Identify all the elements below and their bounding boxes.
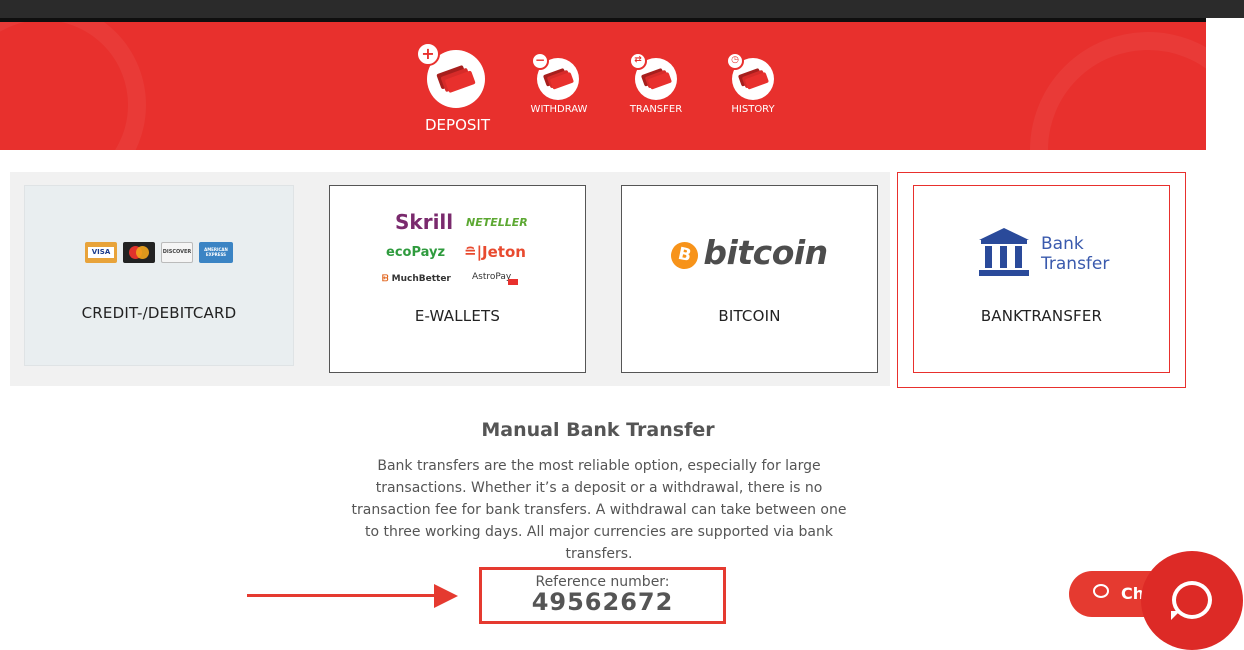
plus-icon: + xyxy=(416,42,440,66)
section-title: Manual Bank Transfer xyxy=(481,419,715,441)
clock-icon: ◷ xyxy=(726,52,744,70)
nav-history[interactable]: ◷ HISTORY xyxy=(714,52,792,122)
method-card-credit-debit[interactable]: VISA DISCOVER AMERICAN EXPRESS CREDIT-/D… xyxy=(24,185,294,366)
bitcoin-symbol-icon: B xyxy=(668,239,701,272)
reference-number: 49562672 xyxy=(531,588,674,616)
nav-withdraw[interactable]: − WITHDRAW xyxy=(520,52,598,122)
ecopayz-logo: ecoPayz xyxy=(386,245,446,260)
muchbetter-icon: ᗸ xyxy=(382,274,392,284)
amex-logo: AMERICAN EXPRESS xyxy=(199,242,233,263)
bitcoin-logo: B bitcoin xyxy=(622,233,877,272)
arrow-annotation xyxy=(247,594,437,597)
bank-building-icon xyxy=(979,228,1029,278)
chat-bubble-icon xyxy=(1093,584,1109,598)
transfer-arrows-icon: ⇄ xyxy=(629,52,647,70)
nav-deposit-label: DEPOSIT xyxy=(425,116,490,134)
method-card-bitcoin[interactable]: B bitcoin BITCOIN xyxy=(621,185,878,373)
visa-text: VISA xyxy=(88,247,114,258)
card-logos: VISA DISCOVER AMERICAN EXPRESS xyxy=(85,242,235,264)
astropay-card-icon xyxy=(508,279,519,285)
background-decoration xyxy=(0,22,146,150)
section-description: Bank transfers are the most reliable opt… xyxy=(351,458,847,562)
nav-withdraw-label: WITHDRAW xyxy=(530,104,588,115)
discover-logo: DISCOVER xyxy=(161,242,193,263)
amex-text: AMERICAN EXPRESS xyxy=(204,247,228,257)
nav-history-label: HISTORY xyxy=(731,104,775,115)
discover-text: DISCOVER xyxy=(162,249,192,255)
mastercard-logo xyxy=(123,242,155,263)
chat-bubble-tail xyxy=(1171,611,1180,620)
method-label: CREDIT-/DEBITCARD xyxy=(81,304,237,322)
astropay-logo: AstroPay xyxy=(472,272,519,285)
muchbetter-logo: ᗸ MuchBetter xyxy=(382,274,451,284)
method-label: BITCOIN xyxy=(718,307,781,325)
jeton-text: Jeton xyxy=(482,243,526,261)
method-label: E-WALLETS xyxy=(414,307,501,325)
jeton-icon: ≘| xyxy=(464,243,483,261)
astropay-text: AstroPay xyxy=(472,272,512,282)
background-decoration xyxy=(1030,32,1206,150)
jeton-logo: ≘|Jeton xyxy=(464,243,526,261)
method-card-ewallets[interactable]: Skrill NETELLER ecoPayz ≘|Jeton ᗸ MuchBe… xyxy=(329,185,586,373)
bank-transfer-logo-text: Bank Transfer xyxy=(1041,234,1109,274)
chat-launcher[interactable] xyxy=(1141,551,1243,650)
skrill-logo: Skrill xyxy=(395,210,454,234)
neteller-logo: NETELLER xyxy=(466,216,528,229)
bank-logo-line1: Bank xyxy=(1041,234,1084,254)
nav-deposit[interactable]: + DEPOSIT xyxy=(410,40,505,145)
visa-logo: VISA xyxy=(85,242,117,263)
reference-box: Reference number: 49562672 xyxy=(479,567,726,624)
nav-transfer[interactable]: ⇄ TRANSFER xyxy=(617,52,695,122)
arrow-head xyxy=(434,584,458,608)
bitcoin-wordmark: bitcoin xyxy=(703,233,828,272)
minus-icon: − xyxy=(531,52,549,70)
muchbetter-text: MuchBetter xyxy=(391,274,451,284)
method-label: BANKTRANSFER xyxy=(980,307,1103,325)
method-card-banktransfer[interactable]: Bank Transfer BANKTRANSFER xyxy=(913,185,1170,373)
wallet-header: + DEPOSIT − WITHDRAW ⇄ TRANSFER ◷ HISTOR… xyxy=(0,22,1206,150)
nav-transfer-label: TRANSFER xyxy=(629,104,683,115)
bank-logo-line2: Transfer xyxy=(1041,254,1110,274)
top-bar xyxy=(0,0,1244,18)
